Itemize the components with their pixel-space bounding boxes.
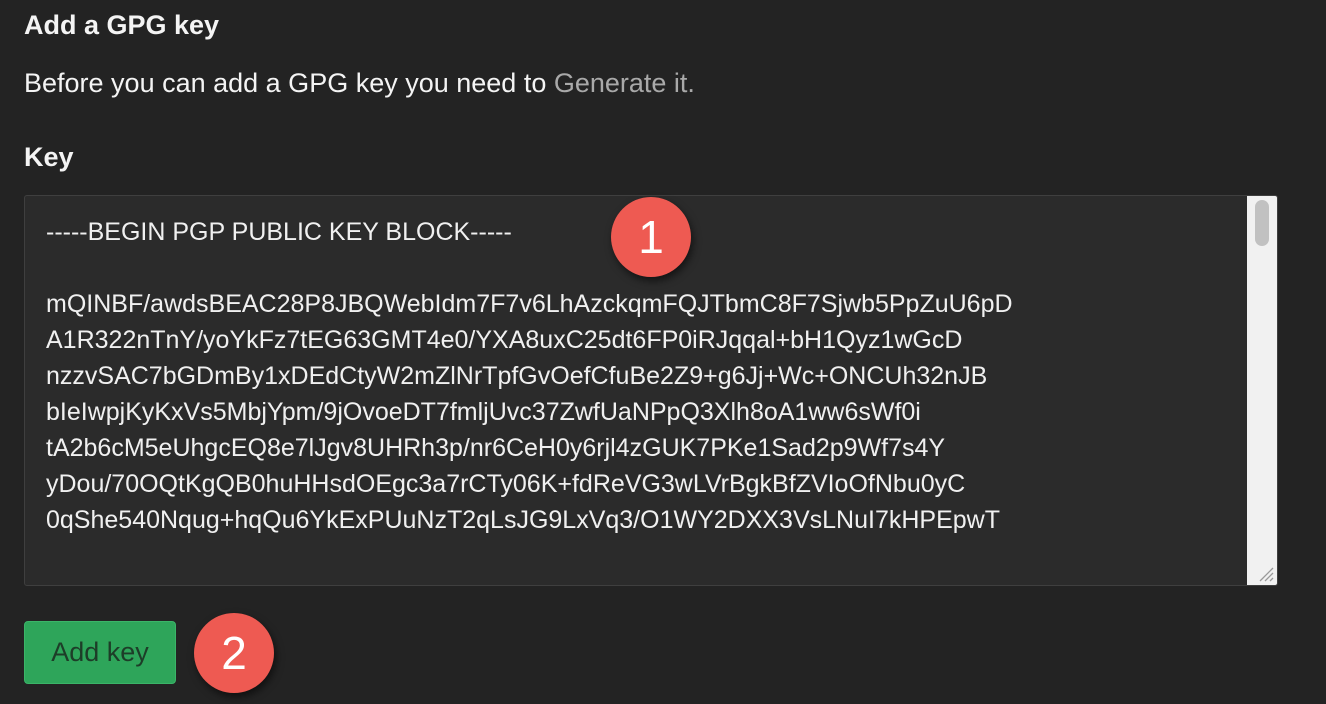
step-badge-1: 1 [611,197,691,277]
textarea-scrollbar[interactable] [1247,196,1277,585]
step-badge-2: 2 [194,613,274,693]
resize-grip-icon[interactable] [1256,564,1274,582]
scrollbar-thumb[interactable] [1255,200,1269,246]
section-title: Add a GPG key [24,10,220,40]
intro-text: Before you can add a GPG key you need to… [24,68,695,99]
intro-prefix: Before you can add a GPG key you need to [24,68,554,98]
key-label: Key [24,142,74,172]
add-key-button[interactable]: Add key [24,621,176,684]
generate-link[interactable]: Generate it. [554,68,695,98]
